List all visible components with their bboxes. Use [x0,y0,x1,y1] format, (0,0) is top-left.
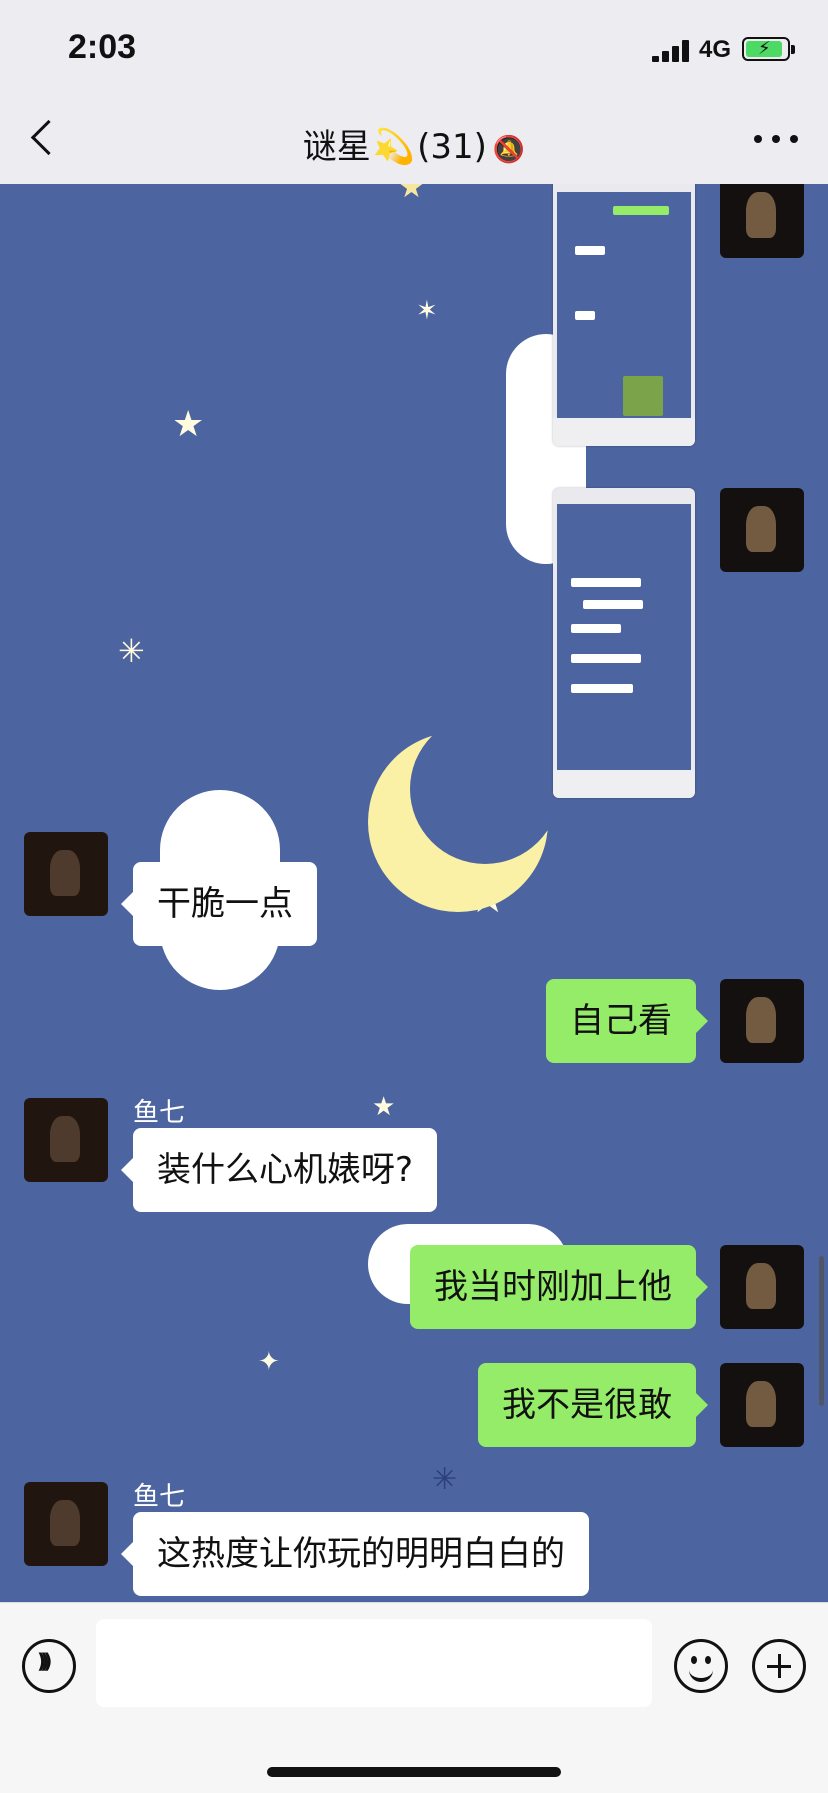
message-bubble[interactable]: 这热度让你玩的明明白白的 [121,1512,589,1596]
mute-bell-icon: 🔕 [492,135,526,165]
voice-input-icon[interactable] [22,1639,76,1693]
wallpaper-star-icon: ✦ [258,1347,280,1377]
chat-header: 谜星💫(31) 🔕 [0,95,828,185]
my-avatar[interactable] [720,1245,804,1329]
group-name: 谜星 [302,127,371,167]
battery-charging-icon: ⚡ [742,37,795,61]
wallpaper-star-icon: ★ [398,184,425,205]
wallpaper-star-icon: ✶ [416,296,438,326]
message-input[interactable] [96,1619,652,1707]
clock: 2:03 [68,28,137,66]
sender-name: 鱼七 [133,1482,186,1512]
home-indicator [267,1767,561,1777]
network-type: 4G [699,36,732,63]
message-bubble[interactable]: 自己看 [546,979,708,1063]
message-bubble[interactable]: 干脆一点 [121,862,317,946]
emoji-icon[interactable] [674,1639,728,1693]
wallpaper-star-icon: ✳ [432,1462,458,1497]
cellular-signal-icon [652,40,692,62]
my-avatar[interactable] [720,979,804,1063]
wallpaper-moon [368,714,560,912]
add-attachment-icon[interactable] [752,1639,806,1693]
message-bubble[interactable]: 装什么心机婊呀? [120,1128,438,1212]
dizzy-emoji-icon: 💫 [372,127,416,167]
my-avatar[interactable] [720,488,804,572]
wallpaper-star-icon: ✳ [118,632,145,670]
message-bubble[interactable]: 我不是很敢 [478,1363,708,1447]
sender-avatar[interactable] [24,1098,108,1182]
my-avatar[interactable] [720,1363,804,1447]
image-message-screenshot[interactable] [553,488,695,798]
image-message-screenshot[interactable] [553,184,695,446]
message-bubble[interactable]: 我当时刚加上他 [410,1245,708,1329]
message-input-bar [0,1602,828,1793]
more-options-icon[interactable] [754,131,798,147]
chat-title[interactable]: 谜星💫(31) 🔕 [0,119,828,168]
my-avatar[interactable] [720,184,804,258]
member-count: (31) [417,127,487,167]
sender-avatar[interactable] [24,832,108,916]
status-bar: 2:03 4G ⚡ [0,0,828,95]
scrollbar[interactable] [819,1256,824,1406]
wallpaper-star-icon: ★ [372,1092,396,1122]
wallpaper-star-icon: ★ [172,404,205,445]
sender-name: 鱼七 [133,1098,186,1128]
sender-avatar[interactable] [24,1482,108,1566]
chat-message-area[interactable]: ★ ★ ★ ✶ ✳ ✦ ★ ✳ 干脆一点 自己看 鱼七 装什么心机婊呀? 我当时… [0,184,828,1602]
